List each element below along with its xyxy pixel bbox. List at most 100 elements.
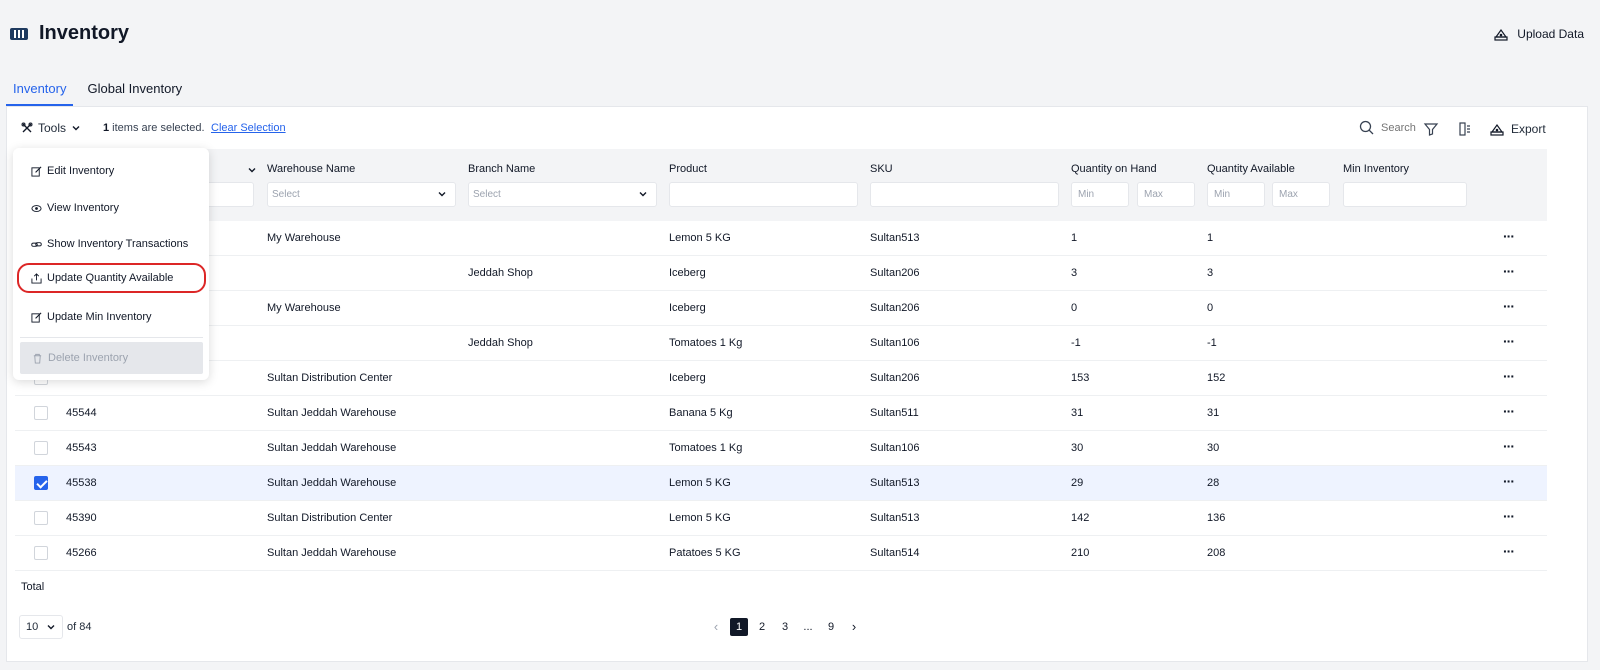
row-checkbox[interactable] xyxy=(34,406,48,420)
chevron-down-icon xyxy=(47,625,55,630)
table-row[interactable]: Jeddah Shop Iceberg Sultan206 3 3 ··· xyxy=(15,256,1547,291)
row-actions-menu-icon[interactable]: ··· xyxy=(1503,543,1515,559)
table-toolbar: Tools 1 items are selected. Clear Select… xyxy=(7,107,1587,149)
id-filter-input[interactable] xyxy=(205,182,254,207)
table-row[interactable]: My Warehouse Iceberg Sultan206 0 0 ··· xyxy=(15,291,1547,326)
row-actions-menu-icon[interactable]: ··· xyxy=(1503,403,1515,419)
chevron-down-icon[interactable] xyxy=(247,165,257,175)
upload-data-label: Upload Data xyxy=(1517,27,1584,41)
cell-product: Iceberg xyxy=(669,372,706,384)
cell-product: Lemon 5 KG xyxy=(669,232,731,244)
trash-icon xyxy=(33,353,42,364)
cell-quantity-on-hand: -1 xyxy=(1071,337,1081,349)
table-row[interactable]: 45543 Sultan Jeddah Warehouse Tomatoes 1 K… xyxy=(15,431,1547,466)
cell-quantity-on-hand: 153 xyxy=(1071,372,1090,384)
page-title: Inventory xyxy=(39,22,130,44)
table-row[interactable]: 45390 Sultan Distribution Center Lemon 5 K… xyxy=(15,501,1547,536)
cell-quantity-on-hand: 29 xyxy=(1071,477,1084,489)
cell-sku: Sultan206 xyxy=(870,302,920,314)
qoh-max-input[interactable]: Max xyxy=(1137,182,1195,207)
cell-warehouse-name: My Warehouse xyxy=(267,232,341,244)
clear-selection-link[interactable]: Clear Selection xyxy=(211,122,286,134)
cell-product: Lemon 5 KG xyxy=(669,477,731,489)
cell-warehouse-name: My Warehouse xyxy=(267,302,341,314)
col-sku[interactable]: SKU xyxy=(870,163,893,175)
chevron-down-icon xyxy=(72,126,80,131)
cell-quantity-available: 30 xyxy=(1207,442,1220,454)
page-1-button[interactable]: 1 xyxy=(730,618,748,636)
table-row[interactable]: 45266 Sultan Jeddah Warehouse Patatoes 5 K… xyxy=(15,536,1547,571)
cell-quantity-on-hand: 142 xyxy=(1071,512,1090,524)
upload-data-button[interactable]: Upload Data xyxy=(1493,26,1584,42)
edit-icon xyxy=(31,312,42,323)
row-checkbox[interactable] xyxy=(34,511,48,525)
min-inventory-filter-input[interactable] xyxy=(1343,182,1467,207)
prev-page-button[interactable]: ‹ xyxy=(707,618,725,636)
row-checkbox[interactable] xyxy=(34,546,48,560)
cell-branch-name: Jeddah Shop xyxy=(468,337,533,349)
cell-quantity-available: 0 xyxy=(1207,302,1214,314)
qa-min-input[interactable]: Min xyxy=(1207,182,1265,207)
menu-update-quantity-available[interactable]: Update Quantity Available xyxy=(17,263,206,293)
table-row[interactable]: My Warehouse Lemon 5 KG Sultan513 1 1 ··· xyxy=(15,221,1547,256)
row-actions-menu-icon[interactable]: ··· xyxy=(1503,368,1515,384)
cell-product: Tomatoes 1 Kg xyxy=(669,442,743,454)
page-9-button[interactable]: 9 xyxy=(822,618,840,636)
menu-view-inventory[interactable]: View Inventory xyxy=(13,193,209,223)
page-2-button[interactable]: 2 xyxy=(753,618,771,636)
columns-icon[interactable] xyxy=(1457,121,1473,137)
branch-filter-select[interactable]: Select xyxy=(468,182,657,207)
product-filter-input[interactable] xyxy=(669,182,858,207)
tab-global-inventory[interactable]: Global Inventory xyxy=(80,78,189,106)
col-branch-name[interactable]: Branch Name xyxy=(468,163,535,175)
table-row[interactable]: 45544 Sultan Jeddah Warehouse Banana 5 Kg S… xyxy=(15,396,1547,431)
qa-max-input[interactable]: Max xyxy=(1272,182,1330,207)
page-3-button[interactable]: 3 xyxy=(776,618,794,636)
row-actions-menu-icon[interactable]: ··· xyxy=(1503,298,1515,314)
sku-filter-input[interactable] xyxy=(870,182,1059,207)
menu-update-min-inventory[interactable]: Update Min Inventory xyxy=(13,302,209,332)
col-quantity-on-hand[interactable]: Quantity on Hand xyxy=(1071,163,1157,175)
link-icon xyxy=(31,241,42,247)
row-actions-menu-icon[interactable]: ··· xyxy=(1503,263,1515,279)
tools-menu: Edit Inventory View Inventory Show Inven… xyxy=(13,148,209,380)
row-checkbox[interactable] xyxy=(34,441,48,455)
cell-quantity-available: 31 xyxy=(1207,407,1220,419)
row-actions-menu-icon[interactable]: ··· xyxy=(1503,473,1515,489)
next-page-button[interactable]: › xyxy=(845,618,863,636)
tabs: Inventory Global Inventory xyxy=(6,78,189,106)
row-actions-menu-icon[interactable]: ··· xyxy=(1503,508,1515,524)
page-size-select[interactable]: 10 xyxy=(19,615,63,639)
cell-sku: Sultan511 xyxy=(870,407,919,419)
cell-quantity-on-hand: 31 xyxy=(1071,407,1084,419)
menu-item-label: Show Inventory Transactions xyxy=(47,238,189,250)
col-min-inventory[interactable]: Min Inventory xyxy=(1343,163,1409,175)
warehouse-filter-placeholder: Select xyxy=(272,189,300,200)
row-checkbox[interactable] xyxy=(34,476,48,490)
table-header: Warehouse Name Select Branch Name Select… xyxy=(15,149,1547,221)
table-row[interactable]: 45538 Sultan Jeddah Warehouse Lemon 5 KG Su… xyxy=(15,466,1547,501)
col-product[interactable]: Product xyxy=(669,163,707,175)
table-row[interactable]: Jeddah Shop Tomatoes 1 Kg Sultan106 -1 -1 ··· xyxy=(15,326,1547,361)
qoh-min-input[interactable]: Min xyxy=(1071,182,1129,207)
filter-icon[interactable] xyxy=(1423,121,1439,137)
row-actions-menu-icon[interactable]: ··· xyxy=(1503,438,1515,454)
search-icon xyxy=(1359,120,1374,135)
export-button[interactable]: Export xyxy=(1489,121,1546,137)
menu-show-transactions[interactable]: Show Inventory Transactions xyxy=(13,229,209,259)
row-actions-menu-icon[interactable]: ··· xyxy=(1503,228,1515,244)
cell-warehouse-name: Sultan Jeddah Warehouse xyxy=(267,407,397,419)
tools-button[interactable]: Tools xyxy=(21,121,81,135)
cell-quantity-available: 3 xyxy=(1207,267,1214,279)
row-actions-menu-icon[interactable]: ··· xyxy=(1503,333,1515,349)
menu-item-label: Delete Inventory xyxy=(48,352,129,364)
col-warehouse-name[interactable]: Warehouse Name xyxy=(267,163,355,175)
col-quantity-available[interactable]: Quantity Available xyxy=(1207,163,1295,175)
warehouse-filter-select[interactable]: Select xyxy=(267,182,456,207)
table-row[interactable]: Sultan Distribution Center Iceberg Sultan2… xyxy=(15,361,1547,396)
menu-edit-inventory[interactable]: Edit Inventory xyxy=(13,156,209,186)
cell-id: 45266 xyxy=(66,547,97,559)
cell-warehouse-name: Sultan Jeddah Warehouse xyxy=(267,442,397,454)
tab-inventory[interactable]: Inventory xyxy=(6,78,74,106)
menu-item-label: View Inventory xyxy=(47,202,119,214)
